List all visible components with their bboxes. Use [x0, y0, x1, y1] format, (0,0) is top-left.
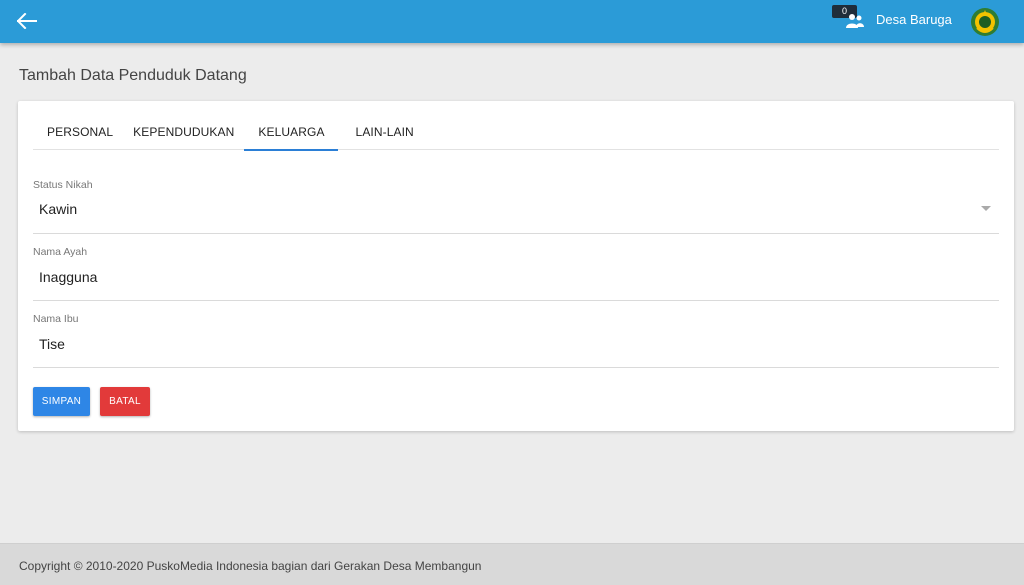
tab-lain-lain[interactable]: LAIN-LAIN: [338, 115, 424, 150]
save-button[interactable]: SIMPAN: [33, 387, 90, 416]
tab-kependudukan[interactable]: KEPENDUDUKAN: [123, 115, 244, 150]
back-button[interactable]: [14, 9, 40, 33]
nama-ibu-label: Nama Ibu: [33, 313, 79, 325]
footer: Copyright © 2010-2020 PuskoMedia Indones…: [0, 543, 1024, 585]
nama-ibu-field: Nama Ibu: [33, 313, 999, 368]
nama-ayah-input[interactable]: [33, 262, 999, 292]
page-title: Tambah Data Penduduk Datang: [19, 67, 247, 84]
users-icon: [846, 14, 864, 28]
tab-bar: PERSONAL KEPENDUDUKAN KELUARGA LAIN-LAIN: [33, 115, 999, 151]
status-nikah-value[interactable]: Kawin: [39, 201, 77, 217]
user-name[interactable]: Desa Baruga: [876, 12, 952, 27]
arrow-left-icon: [17, 13, 37, 29]
cancel-button[interactable]: BATAL: [100, 387, 150, 416]
nama-ayah-label: Nama Ayah: [33, 246, 88, 258]
form-card: PERSONAL KEPENDUDUKAN KELUARGA LAIN-LAIN…: [18, 101, 1014, 431]
status-nikah-label: Status Nikah: [33, 179, 93, 191]
notification-button[interactable]: 0: [832, 5, 866, 31]
nama-ayah-field: Nama Ayah: [33, 246, 999, 301]
copyright-text: Copyright © 2010-2020 PuskoMedia Indones…: [19, 559, 482, 573]
tab-keluarga[interactable]: KELUARGA: [244, 115, 338, 151]
dropdown-arrow-icon[interactable]: [981, 206, 991, 211]
tab-personal[interactable]: PERSONAL: [37, 115, 123, 150]
nama-ibu-input[interactable]: [33, 329, 999, 359]
top-app-bar: 0 Desa Baruga: [0, 0, 1024, 43]
village-logo-icon[interactable]: [970, 6, 1000, 38]
status-nikah-select[interactable]: Status Nikah Kawin: [33, 179, 999, 234]
